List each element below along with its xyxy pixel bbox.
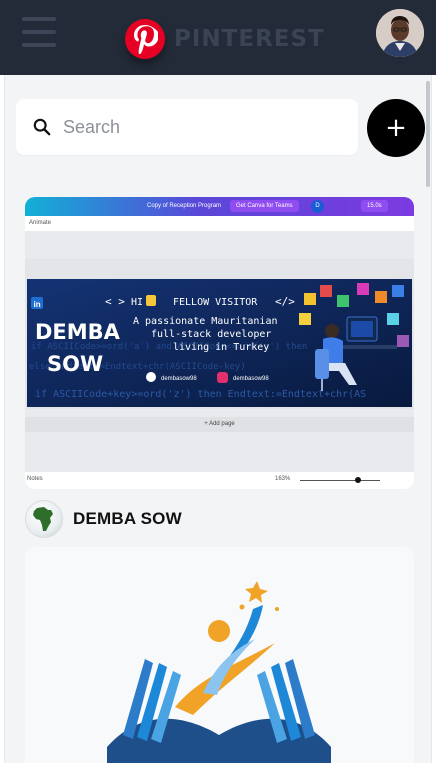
banner-name-line-2: SOW (47, 352, 103, 376)
banner-github-handle: dembasow98 (161, 376, 197, 382)
banner-greeting: HI (131, 297, 143, 308)
canva-zoom-level: 163% (275, 476, 291, 482)
pinterest-logo-icon (125, 19, 165, 59)
canva-zoom-handle (355, 477, 361, 483)
search-bar[interactable] (16, 99, 358, 155)
search-icon (33, 118, 51, 136)
search-input[interactable] (63, 116, 323, 138)
canva-toolbar: Copy of Reception Program Get Canva for … (25, 197, 414, 216)
canva-doc-title: Copy of Reception Program (147, 203, 222, 209)
pinterest-logo[interactable]: PINTEREST (125, 17, 325, 61)
banner-name-line-1: DEMBA (35, 320, 121, 344)
pin-card-education[interactable] (25, 547, 414, 763)
author-name[interactable]: DEMBA SOW (73, 509, 182, 529)
canva-add-page: + Add page (25, 417, 414, 432)
banner-tagline-3: living in Turkey (173, 342, 269, 353)
top-navigation-bar: PINTEREST (0, 0, 436, 75)
canva-user-initial: D (311, 200, 324, 213)
education-book-logo (107, 581, 331, 763)
brand-name: PINTEREST (174, 26, 325, 52)
banner-tagline-2: full-stack developer (151, 329, 271, 340)
canva-zoom-slider (300, 480, 380, 481)
hamburger-icon[interactable] (22, 17, 56, 47)
canva-subtitle: Animate (25, 216, 414, 231)
pin-card-portfolio[interactable]: Copy of Reception Program Get Canva for … (25, 197, 414, 489)
africa-map-icon (25, 500, 63, 538)
banner-tagline-1: A passionate Mauritanian (133, 316, 278, 327)
canva-teams-button: Get Canva for Teams (230, 200, 299, 212)
svg-text:in: in (34, 300, 41, 309)
feed-scrollbar[interactable] (426, 81, 430, 187)
banner-code-bg-3: if ASCIICode+key>=ord('z') then Endtext:… (35, 389, 366, 400)
svg-text:< >: < > (105, 295, 125, 308)
canva-notes-label: Notes (27, 476, 43, 482)
canva-canvas: if ASCIICode>=ord('a') and ASCIICode<=or… (25, 259, 414, 409)
portfolio-banner: if ASCIICode>=ord('a') and ASCIICode<=or… (27, 279, 412, 407)
user-avatar[interactable] (376, 9, 424, 57)
pin-author[interactable]: DEMBA SOW (25, 500, 182, 538)
banner-greeting-2: FELLOW VISITOR (173, 297, 258, 308)
banner-instagram-handle: dembasow98 (233, 376, 269, 382)
svg-text:</>: </> (275, 295, 295, 308)
canva-share-button: 15.0s (361, 200, 388, 212)
add-pin-button[interactable]: + (367, 99, 425, 157)
canva-footer: Notes 163% (25, 472, 414, 489)
